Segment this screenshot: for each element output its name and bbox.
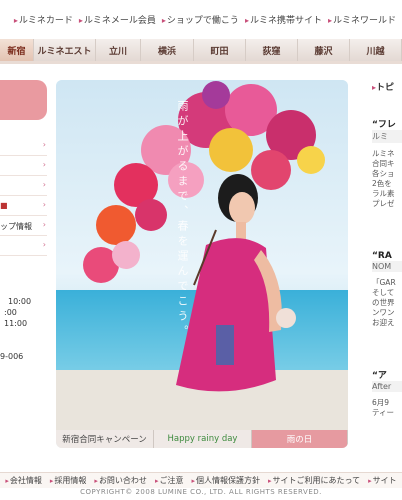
- tab-tachikawa[interactable]: 立川: [96, 39, 141, 61]
- arrow-icon: ▸: [327, 16, 332, 25]
- copyright: COPYRIGHT© 2008 LUMINE CO., LTD. ALL RIG…: [80, 488, 322, 496]
- hero-illustration: [56, 80, 348, 430]
- arrow-icon: ▸: [94, 477, 98, 485]
- arrow-icon: ▸: [368, 477, 372, 485]
- footer-link-contact[interactable]: ▸お問い合わせ: [94, 475, 147, 486]
- footer-link-site[interactable]: ▸サイト: [368, 475, 397, 486]
- util-link-world[interactable]: ▸ルミネワールド: [328, 13, 396, 29]
- sidebar-item[interactable]: ›: [0, 136, 47, 156]
- arrow-icon: ▸: [244, 16, 249, 25]
- tab-ogikubo[interactable]: 荻窪: [246, 39, 298, 61]
- footer-nav: ▸会社情報 ▸採用情報 ▸お問い合わせ ▸ご注意 ▸個人情報保護方針 ▸サイトご…: [0, 472, 402, 488]
- hero-vertical-copy: 雨が上がるまで、春を運んでこう。: [176, 100, 189, 340]
- arrow-icon: ▸: [154, 477, 159, 485]
- tab-lumine-est[interactable]: ルミネエスト: [34, 39, 96, 61]
- tab-kawagoe[interactable]: 川越: [350, 39, 402, 61]
- hero-tab-happy-rainy-day[interactable]: Happy rainy day: [154, 430, 252, 448]
- hero-banner[interactable]: 雨が上がるまで、春を運んでこう。 新宿合同キャンペーン Happy rainy …: [56, 80, 348, 448]
- news-item[interactable]: “RA NOM 「GAR そして の世界 ンワン お迎え: [372, 251, 402, 328]
- chevron-right-icon: ›: [42, 200, 46, 209]
- tab-machida[interactable]: 町田: [194, 39, 246, 61]
- sidebar-header: [0, 80, 47, 120]
- chevron-right-icon: ›: [42, 160, 46, 169]
- utility-nav: ▸ルミネカード ▸ルミネメール会員 ▸ショップで働こう ▸ルミネ携帯サイト ▸ル…: [0, 13, 402, 29]
- footer-link-privacy[interactable]: ▸個人情報保護方針: [191, 475, 260, 486]
- hours-line: 11:00: [4, 319, 28, 328]
- chevron-right-icon: ›: [42, 140, 46, 149]
- phone-number: 9-006: [0, 352, 24, 361]
- tab-fujisawa[interactable]: 藤沢: [298, 39, 350, 61]
- sidebar-item[interactable]: ›: [0, 236, 47, 256]
- news-item[interactable]: “フレ ルミ ルミネ 合同キ 各ショ 2色を ラル素 プレゼ: [372, 117, 402, 209]
- footer-link-terms[interactable]: ▸サイトご利用にあたって: [268, 475, 360, 486]
- tab-shinjuku[interactable]: 新宿: [0, 39, 34, 61]
- footer-link-notice[interactable]: ▸ご注意: [155, 475, 184, 486]
- news-item[interactable]: “ア After 6月9 ティー: [372, 368, 402, 418]
- footer-link-recruit[interactable]: ▸採用情報: [50, 475, 87, 486]
- sidebar-item[interactable]: ›: [0, 176, 47, 196]
- util-link-mobile[interactable]: ▸ルミネ携帯サイト: [245, 13, 322, 29]
- hero-tab-rainy-day[interactable]: 雨の日: [252, 430, 348, 448]
- chevron-right-icon: ›: [42, 220, 46, 229]
- arrow-icon: ▸: [5, 477, 9, 485]
- tab-strip: [0, 61, 402, 64]
- sidebar-item[interactable]: ■ ›: [0, 196, 47, 216]
- topics-heading: ▸トピ: [372, 83, 395, 93]
- arrow-icon: ▸: [191, 477, 195, 485]
- sidebar-item-shop-info[interactable]: ップ情報 ›: [0, 216, 47, 236]
- arrow-icon: ▸: [13, 16, 18, 25]
- util-link-card[interactable]: ▸ルミネカード: [14, 13, 73, 29]
- util-link-jobs[interactable]: ▸ショップで働こう: [162, 13, 239, 29]
- tab-yokohama[interactable]: 横浜: [141, 39, 194, 61]
- hero-tabs: 新宿合同キャンペーン Happy rainy day 雨の日: [56, 430, 348, 448]
- topics-column: ▸トピ “フレ ルミ ルミネ 合同キ 各ショ 2色を ラル素 プレゼ “RA N…: [372, 80, 402, 432]
- arrow-icon: ▸: [267, 477, 272, 485]
- district-tabs: 新宿 ルミネエスト 立川 横浜 町田 荻窪 藤沢 川越: [0, 39, 402, 61]
- chevron-right-icon: ›: [42, 180, 46, 189]
- util-link-mail[interactable]: ▸ルミネメール会員: [79, 13, 156, 29]
- arrow-icon: ▸: [78, 16, 83, 25]
- hours-line: :00: [4, 308, 17, 317]
- arrow-icon: ▸: [49, 477, 54, 485]
- hours-line: 10:00: [8, 297, 32, 306]
- left-sidebar: › › › ■ › ップ情報 › › 10:00 :00 11:00 9-006: [0, 80, 47, 432]
- footer-link-company[interactable]: ▸会社情報: [5, 475, 42, 486]
- arrow-icon: ▸: [161, 16, 166, 25]
- chevron-right-icon: ›: [42, 240, 46, 249]
- sidebar-item[interactable]: ›: [0, 156, 47, 176]
- hero-tab-campaign[interactable]: 新宿合同キャンペーン: [56, 430, 154, 448]
